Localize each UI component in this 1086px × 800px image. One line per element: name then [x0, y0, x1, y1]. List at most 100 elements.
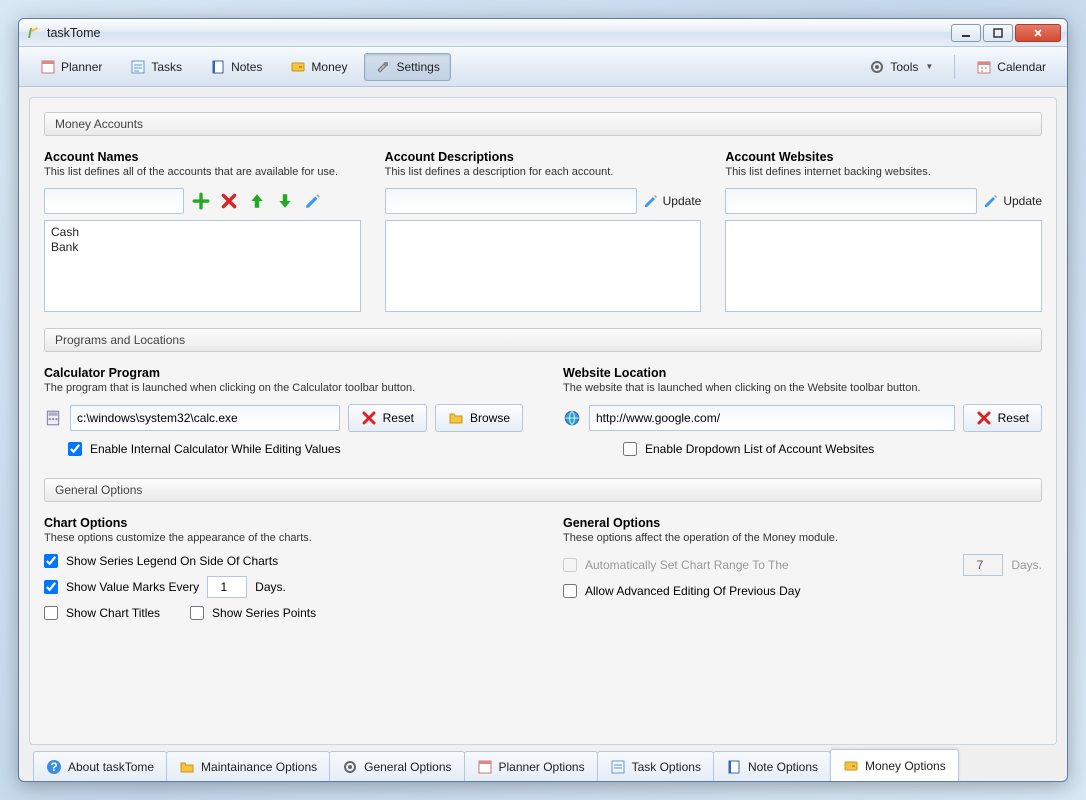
bottom-tabs: ? About taskTome Maintainance Options Ge… — [29, 745, 1057, 781]
list-item[interactable]: Cash — [51, 225, 354, 240]
show-chart-titles-label: Show Chart Titles — [66, 606, 160, 620]
notes-button[interactable]: Notes — [199, 53, 273, 81]
planner-label: Planner — [61, 60, 102, 74]
calendar-button[interactable]: Calendar — [965, 53, 1057, 81]
programs-header: Programs and Locations — [44, 328, 1042, 352]
list-item[interactable]: Bank — [51, 240, 354, 255]
tab-note[interactable]: Note Options — [713, 751, 831, 781]
content-wrap: Money Accounts Account Names This list d… — [19, 87, 1067, 781]
website-url-input[interactable] — [589, 405, 955, 431]
enable-dropdown-websites-checkbox[interactable] — [623, 442, 637, 456]
money-accounts-header: Money Accounts — [44, 112, 1042, 136]
enable-internal-calc-label: Enable Internal Calculator While Editing… — [90, 442, 341, 456]
tab-task[interactable]: Task Options — [597, 751, 714, 781]
add-icon[interactable] — [190, 190, 212, 212]
titlebar: taskTome — [19, 19, 1067, 47]
close-button[interactable] — [1015, 24, 1061, 42]
tab-note-label: Note Options — [748, 760, 818, 774]
maximize-button[interactable] — [983, 24, 1013, 42]
value-marks-days-input[interactable] — [207, 576, 247, 598]
allow-advanced-checkbox[interactable] — [563, 584, 577, 598]
website-desc: The website that is launched when clicki… — [563, 382, 1042, 394]
account-description-input[interactable] — [385, 188, 637, 214]
folder-icon — [448, 410, 464, 426]
calculator-path-input[interactable] — [70, 405, 340, 431]
move-down-icon[interactable] — [274, 190, 296, 212]
settings-button[interactable]: Settings — [364, 53, 450, 81]
tab-maintenance-label: Maintainance Options — [201, 760, 317, 774]
calculator-browse-button[interactable]: Browse — [435, 404, 523, 432]
minimize-button[interactable] — [951, 24, 981, 42]
account-names-desc: This list defines all of the accounts th… — [44, 166, 361, 178]
money-accounts-group: Money Accounts Account Names This list d… — [44, 112, 1042, 312]
chart-options-section: Chart Options These options customize th… — [44, 516, 523, 628]
money-label: Money — [311, 60, 347, 74]
tab-about[interactable]: ? About taskTome — [33, 751, 167, 781]
update-website-button[interactable]: Update — [983, 193, 1042, 209]
show-chart-titles-checkbox[interactable] — [44, 606, 58, 620]
general-opts-desc: These options affect the operation of th… — [563, 532, 1042, 544]
reset-label: Reset — [383, 411, 414, 425]
account-descriptions-list[interactable] — [385, 220, 702, 312]
general-opts-section: General Options These options affect the… — [563, 516, 1042, 628]
calculator-reset-button[interactable]: Reset — [348, 404, 427, 432]
delete-icon — [361, 410, 377, 426]
money-button[interactable]: Money — [279, 53, 358, 81]
programs-group: Programs and Locations Calculator Progra… — [44, 328, 1042, 462]
show-series-points-checkbox[interactable] — [190, 606, 204, 620]
calculator-desc: The program that is launched when clicki… — [44, 382, 523, 394]
delete-icon[interactable] — [218, 190, 240, 212]
days-label: Days. — [1011, 558, 1042, 572]
delete-icon — [976, 410, 992, 426]
account-website-input[interactable] — [725, 188, 977, 214]
tab-money[interactable]: Money Options — [830, 749, 959, 781]
website-reset-button[interactable]: Reset — [963, 404, 1042, 432]
calculator-section: Calculator Program The program that is l… — [44, 366, 523, 462]
update-description-button[interactable]: Update — [643, 193, 702, 209]
chart-options-desc: These options customize the appearance o… — [44, 532, 523, 544]
globe-icon — [563, 409, 581, 427]
account-websites-list[interactable] — [725, 220, 1042, 312]
account-names-title: Account Names — [44, 150, 361, 164]
gear-icon — [869, 59, 885, 75]
pencil-icon — [983, 193, 999, 209]
calculator-title: Calculator Program — [44, 366, 523, 380]
days-label: Days. — [255, 580, 286, 594]
tab-task-label: Task Options — [632, 760, 701, 774]
chevron-down-icon: ▼ — [925, 62, 933, 71]
tab-maintenance[interactable]: Maintainance Options — [166, 751, 330, 781]
app-window: taskTome Planner Tasks Notes Money Setti… — [18, 18, 1068, 782]
tab-planner[interactable]: Planner Options — [464, 751, 598, 781]
show-legend-label: Show Series Legend On Side Of Charts — [66, 554, 278, 568]
money-icon — [843, 758, 859, 774]
account-names-list[interactable]: Cash Bank — [44, 220, 361, 312]
tasks-label: Tasks — [151, 60, 182, 74]
reset-label: Reset — [998, 411, 1029, 425]
account-websites-desc: This list defines internet backing websi… — [725, 166, 1042, 178]
show-legend-checkbox[interactable] — [44, 554, 58, 568]
enable-internal-calc-checkbox[interactable] — [68, 442, 82, 456]
svg-text:?: ? — [50, 760, 57, 774]
show-series-points-label: Show Series Points — [212, 606, 316, 620]
calendar-label: Calendar — [997, 60, 1046, 74]
account-name-input[interactable] — [44, 188, 184, 214]
window-title: taskTome — [47, 26, 951, 40]
notes-icon — [726, 759, 742, 775]
chart-options-title: Chart Options — [44, 516, 523, 530]
update-label: Update — [663, 194, 702, 208]
move-up-icon[interactable] — [246, 190, 268, 212]
pencil-icon — [643, 193, 659, 209]
gear-icon — [342, 759, 358, 775]
tools-button[interactable]: Tools ▼ — [858, 53, 944, 81]
tab-general-label: General Options — [364, 760, 451, 774]
planner-button[interactable]: Planner — [29, 53, 113, 81]
notes-icon — [210, 59, 226, 75]
general-opts-title: General Options — [563, 516, 1042, 530]
enable-dropdown-websites-label: Enable Dropdown List of Account Websites — [645, 442, 874, 456]
tab-general[interactable]: General Options — [329, 751, 464, 781]
auto-range-label: Automatically Set Chart Range To The — [585, 558, 789, 572]
allow-advanced-label: Allow Advanced Editing Of Previous Day — [585, 584, 800, 598]
edit-icon[interactable] — [302, 190, 324, 212]
show-value-marks-checkbox[interactable] — [44, 580, 58, 594]
tasks-button[interactable]: Tasks — [119, 53, 193, 81]
